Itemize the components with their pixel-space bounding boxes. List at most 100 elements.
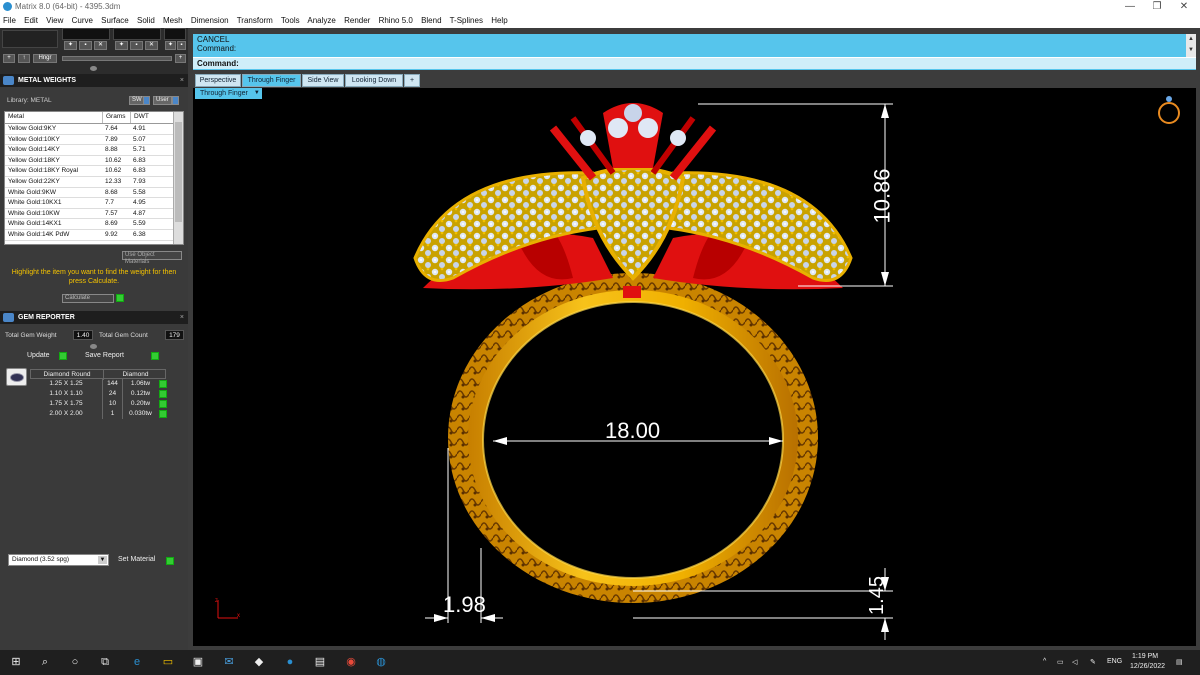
close-button[interactable]: ✕ bbox=[1170, 0, 1198, 14]
hinge-button[interactable]: Hngr bbox=[33, 54, 57, 63]
restore-button[interactable]: ❐ bbox=[1143, 0, 1171, 14]
metal-row[interactable]: Yellow Gold:22KY 12.33 7.93 bbox=[5, 177, 175, 188]
menu-mesh[interactable]: Mesh bbox=[163, 16, 183, 25]
pen-icon[interactable]: ✎ bbox=[1090, 658, 1096, 666]
metal-row[interactable]: Yellow Gold:9KY 7.64 4.91 bbox=[5, 124, 175, 135]
material-select[interactable]: Diamond (3.52 spg) ▼ bbox=[8, 554, 109, 566]
calculate-go-icon[interactable] bbox=[116, 294, 124, 302]
add-icon[interactable]: + bbox=[3, 54, 15, 63]
tab-side-view[interactable]: Side View bbox=[302, 74, 344, 87]
close-icon[interactable]: × bbox=[180, 311, 184, 324]
menu-edit[interactable]: Edit bbox=[24, 16, 38, 25]
menu-view[interactable]: View bbox=[46, 16, 63, 25]
menu-surface[interactable]: Surface bbox=[101, 16, 129, 25]
gem-row-select-icon[interactable] bbox=[159, 400, 167, 408]
clock-time[interactable]: 1:19 PM bbox=[1132, 653, 1158, 660]
rhino-app-icon[interactable]: ◆ bbox=[252, 655, 266, 669]
copy-icon[interactable]: ▪ bbox=[130, 41, 143, 50]
store-icon[interactable]: ▣ bbox=[191, 655, 205, 669]
column-header[interactable]: DWT bbox=[130, 112, 149, 123]
scroll-thumb[interactable] bbox=[175, 122, 182, 222]
menu-dimension[interactable]: Dimension bbox=[191, 16, 229, 25]
gem-row-select-icon[interactable] bbox=[159, 380, 167, 388]
metal-row[interactable]: Yellow Gold:18KY Royal 10.62 6.83 bbox=[5, 166, 175, 177]
zoom-icon[interactable]: ● bbox=[283, 655, 297, 669]
chrome-icon[interactable]: ◉ bbox=[344, 655, 358, 669]
set-material-go-icon[interactable] bbox=[166, 557, 174, 565]
column-header[interactable]: Grams bbox=[102, 112, 126, 123]
move-icon[interactable]: ✦ bbox=[165, 41, 176, 50]
volume-icon[interactable]: ◁ bbox=[1072, 658, 1077, 666]
update-button[interactable]: Update bbox=[27, 352, 50, 359]
move-icon[interactable]: ✦ bbox=[64, 41, 77, 50]
menu-render[interactable]: Render bbox=[344, 16, 370, 25]
tab-looking-down[interactable]: Looking Down bbox=[345, 74, 403, 87]
menu-tools[interactable]: Tools bbox=[281, 16, 300, 25]
mail-icon[interactable]: ✉ bbox=[222, 655, 236, 669]
metal-row[interactable]: White Gold:10KX1 7.7 4.95 bbox=[5, 198, 175, 209]
matrix-app-icon[interactable]: ◍ bbox=[374, 655, 388, 669]
language-indicator[interactable]: ENG bbox=[1107, 658, 1122, 665]
user-toggle[interactable] bbox=[172, 96, 179, 105]
gem-row[interactable]: 2.00 X 2.00 1 0.030tw bbox=[30, 409, 167, 419]
cortana-icon[interactable]: ○ bbox=[68, 655, 82, 669]
gem-row[interactable]: 1.10 X 1.10 24 0.12tw bbox=[30, 389, 167, 399]
menu-help[interactable]: Help bbox=[491, 16, 507, 25]
splitter-handle[interactable] bbox=[90, 66, 97, 71]
metal-row[interactable]: Yellow Gold:14KY 8.88 5.71 bbox=[5, 145, 175, 156]
task-view-icon[interactable]: ⧉ bbox=[98, 655, 112, 669]
add-icon[interactable]: + bbox=[175, 54, 186, 63]
update-go-icon[interactable] bbox=[59, 352, 67, 360]
gem-row-select-icon[interactable] bbox=[159, 410, 167, 418]
copy-icon[interactable]: ▪ bbox=[177, 41, 186, 50]
delete-icon[interactable]: ✕ bbox=[145, 41, 158, 50]
file-explorer-icon[interactable]: ▭ bbox=[161, 655, 175, 669]
metal-row[interactable]: White Gold:14K PdW 9.92 6.38 bbox=[5, 230, 175, 241]
save-report-go-icon[interactable] bbox=[151, 352, 159, 360]
metal-row[interactable]: White Gold:9KW 8.68 5.58 bbox=[5, 188, 175, 199]
tab-perspective[interactable]: Perspective bbox=[195, 74, 241, 87]
add-tab-button[interactable]: + bbox=[404, 74, 420, 87]
copy-icon[interactable]: ▪ bbox=[79, 41, 92, 50]
gem-row[interactable]: 1.75 X 1.75 10 0.20tw bbox=[30, 399, 167, 409]
user-button[interactable]: User bbox=[153, 96, 172, 105]
tray-chevron-icon[interactable]: ^ bbox=[1043, 658, 1046, 665]
tool-slot[interactable] bbox=[2, 30, 58, 48]
command-input[interactable]: Command: bbox=[193, 57, 1196, 69]
delete-icon[interactable]: ✕ bbox=[94, 41, 107, 50]
windows-start-icon[interactable]: ⊞ bbox=[9, 655, 23, 669]
close-icon[interactable]: × bbox=[180, 74, 184, 87]
search-icon[interactable]: ⌕ bbox=[38, 655, 52, 669]
column-header[interactable]: Metal bbox=[8, 112, 24, 123]
app-icon[interactable]: ▤ bbox=[313, 655, 327, 669]
menu-rhino[interactable]: Rhino 5.0 bbox=[379, 16, 413, 25]
move-icon[interactable]: ✦ bbox=[115, 41, 128, 50]
metal-row[interactable]: White Gold:10KW 7.57 4.87 bbox=[5, 209, 175, 220]
use-object-materials-button[interactable]: Use Object Materials bbox=[122, 251, 182, 265]
gem-row-select-icon[interactable] bbox=[159, 390, 167, 398]
notifications-icon[interactable]: ▤ bbox=[1176, 658, 1183, 666]
menu-tsplines[interactable]: T-Splines bbox=[450, 16, 483, 25]
sw-toggle[interactable] bbox=[143, 96, 150, 105]
metal-row[interactable]: Yellow Gold:18KY 10.62 6.83 bbox=[5, 156, 175, 167]
minimize-button[interactable]: — bbox=[1116, 0, 1144, 14]
metal-row[interactable]: Yellow Gold:10KY 7.89 5.07 bbox=[5, 135, 175, 146]
splitter-handle[interactable] bbox=[90, 344, 97, 349]
menu-blend[interactable]: Blend bbox=[421, 16, 441, 25]
menu-solid[interactable]: Solid bbox=[137, 16, 155, 25]
tool-slot[interactable] bbox=[62, 28, 110, 40]
calculate-button[interactable]: Calculate bbox=[62, 294, 114, 303]
edge-browser-icon[interactable]: e bbox=[130, 655, 144, 669]
tool-slider[interactable] bbox=[62, 56, 172, 61]
gem-row[interactable]: 1.25 X 1.25 144 1.06tw bbox=[30, 379, 167, 389]
menu-file[interactable]: File bbox=[3, 16, 16, 25]
clock-date[interactable]: 12/26/2022 bbox=[1130, 663, 1165, 670]
viewport-through-finger[interactable]: Through Finger ▼ 18.00 10.86 1.98 1.45 z… bbox=[193, 88, 1196, 646]
set-material-button[interactable]: Set Material bbox=[118, 556, 155, 563]
menu-curve[interactable]: Curve bbox=[72, 16, 93, 25]
up-arrow-icon[interactable]: ↑ bbox=[18, 54, 30, 63]
network-icon[interactable]: ▭ bbox=[1057, 658, 1064, 666]
menu-transform[interactable]: Transform bbox=[237, 16, 273, 25]
chevron-down-icon[interactable]: ▼ bbox=[98, 556, 107, 564]
metal-table-scrollbar[interactable] bbox=[173, 112, 183, 244]
